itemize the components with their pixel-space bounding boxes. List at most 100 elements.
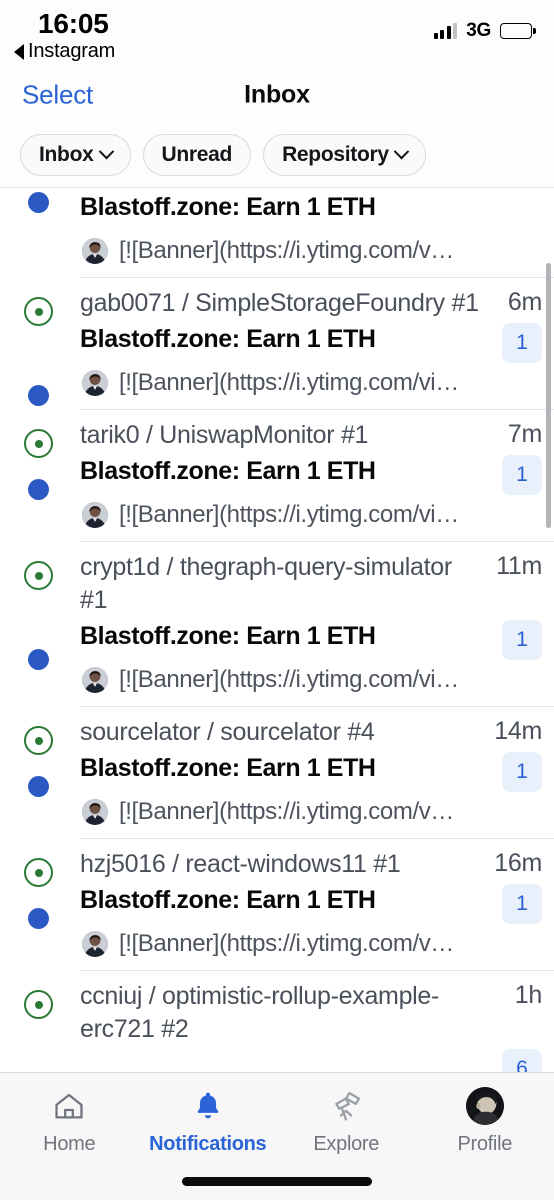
notification-row[interactable]: tarik0 / UniswapMonitor #1 7m Blastoff.zon… — [0, 409, 554, 541]
repository-label: hzj5016 / react-windows11 #1 — [80, 850, 401, 878]
tab-home[interactable]: Home — [0, 1087, 139, 1156]
back-to-instagram-link[interactable]: Instagram — [14, 40, 115, 63]
tab-notifications[interactable]: Notifications — [139, 1087, 278, 1156]
timestamp: 14m — [494, 717, 542, 745]
notification-title: Blastoff.zone: Earn 1 ETH — [80, 754, 376, 782]
status-indicators: 3G — [433, 20, 532, 42]
profile-avatar — [465, 1087, 504, 1125]
filter-chip-repository[interactable]: Repository — [263, 133, 426, 176]
repository-label: gab0071 / SimpleStorageFoundry #1 — [80, 289, 479, 317]
unread-dot-icon — [28, 776, 49, 797]
timestamp: 7m — [507, 420, 542, 448]
tab-explore[interactable]: Explore — [277, 1087, 416, 1156]
notification-body: tarik0 / UniswapMonitor #1 7m Blastoff.zon… — [80, 419, 554, 529]
timestamp: 1h — [514, 981, 543, 1009]
telescope-icon — [328, 1087, 364, 1125]
bell-icon — [191, 1087, 225, 1125]
timestamp: 16m — [494, 849, 542, 877]
repository-label: sourcelator / sourcelator #4 — [80, 718, 375, 746]
comment-count-badge: 1 — [502, 752, 542, 792]
issue-open-icon — [24, 858, 53, 887]
author-avatar — [82, 667, 108, 693]
navigation-bar: Select Inbox — [0, 68, 554, 122]
notification-body: crypt1d / thegraph-query-simulator #1 11m… — [80, 551, 554, 694]
notification-row[interactable]: sourcelator / sourcelator #4 14m Blastoff.… — [0, 706, 554, 838]
avatar-icon — [465, 1087, 504, 1125]
notification-body: gab0071 / SimpleStorageFoundry #1 6m Blast… — [80, 287, 554, 397]
home-indicator — [182, 1177, 372, 1186]
repository-label: tarik0 / UniswapMonitor #1 — [80, 421, 369, 449]
author-avatar — [82, 502, 108, 528]
comment-count-badge: 1 — [502, 323, 542, 363]
notification-title: Blastoff.zone: Earn 1 ETH — [80, 193, 376, 221]
author-avatar — [82, 931, 108, 957]
unread-dot-icon — [28, 479, 49, 500]
back-arrow-icon — [14, 43, 24, 60]
notification-snippet: [![Banner](https://i.ytimg.com/vi… — [119, 369, 459, 396]
notification-list[interactable]: Blastoff.zone: Earn 1 ETH [![Banner](http… — [0, 188, 554, 1072]
issue-open-icon — [24, 297, 53, 326]
author-avatar — [82, 799, 108, 825]
notification-body: ccniuj / optimistic-rollup-example-erc72… — [80, 980, 554, 1072]
notification-snippet: [![Banner](https://i.ytimg.com/vi… — [119, 666, 459, 693]
row-status-icons — [0, 848, 80, 958]
unread-dot-icon — [28, 649, 49, 670]
app-screen: 16:05 Instagram 3G Select Inbox Inbox Un… — [0, 0, 554, 1200]
notification-title: Blastoff.zone: Earn 1 ETH — [80, 886, 376, 914]
tab-label: Home — [43, 1133, 96, 1155]
unread-dot-icon — [28, 908, 49, 929]
signal-bars-icon — [433, 23, 458, 39]
notification-row[interactable]: crypt1d / thegraph-query-simulator #1 11m… — [0, 541, 554, 706]
tab-label: Profile — [457, 1133, 513, 1155]
page-title: Inbox — [244, 80, 310, 109]
filter-chip-label: Repository — [282, 142, 389, 166]
row-status-icons — [0, 980, 80, 1072]
notification-row[interactable]: gab0071 / SimpleStorageFoundry #1 6m Blast… — [0, 277, 554, 409]
tab-label: Notifications — [149, 1133, 267, 1155]
network-label: 3G — [466, 20, 491, 41]
timestamp: 6m — [507, 288, 542, 316]
notification-body: hzj5016 / react-windows11 #1 16m Blastoff.… — [80, 848, 554, 958]
notification-title: Blastoff.zone: Earn 1 ETH — [80, 622, 376, 650]
bottom-tab-bar: Home Notifications Explore Profile — [0, 1072, 554, 1200]
unread-dot-icon — [28, 385, 49, 406]
filter-chip-unread[interactable]: Unread — [142, 133, 252, 176]
status-bar: 16:05 Instagram 3G — [0, 0, 554, 68]
author-avatar — [82, 238, 108, 264]
issue-open-icon — [24, 429, 53, 458]
comment-count-badge: 6 — [502, 1049, 542, 1072]
tab-profile[interactable]: Profile — [416, 1087, 554, 1156]
row-status-icons — [0, 551, 80, 694]
issue-open-icon — [24, 561, 53, 590]
unread-dot-icon — [28, 192, 49, 213]
notification-body: Blastoff.zone: Earn 1 ETH [![Banner](http… — [80, 188, 554, 265]
chevron-down-icon — [98, 143, 114, 160]
filter-chip-inbox[interactable]: Inbox — [20, 133, 131, 176]
filter-chip-label: Unread — [161, 142, 233, 166]
row-status-icons — [0, 287, 80, 406]
status-time: 16:05 — [38, 8, 109, 39]
tab-label: Explore — [313, 1133, 380, 1155]
scrollbar-thumb[interactable] — [546, 263, 551, 528]
notification-row[interactable]: ccniuj / optimistic-rollup-example-erc72… — [0, 970, 554, 1072]
notification-row[interactable]: hzj5016 / react-windows11 #1 16m Blastoff.… — [0, 838, 554, 970]
back-app-label: Instagram — [28, 40, 116, 62]
chevron-down-icon — [393, 143, 410, 160]
comment-count-badge: 1 — [502, 620, 542, 660]
row-status-icons — [0, 188, 80, 265]
select-button[interactable]: Select — [22, 80, 93, 111]
repository-label: ccniuj / optimistic-rollup-example-erc72… — [80, 982, 440, 1043]
notification-body: sourcelator / sourcelator #4 14m Blastoff.… — [80, 716, 554, 826]
notification-snippet: [![Banner](https://i.ytimg.com/v… — [119, 237, 454, 264]
comment-count-badge — [502, 191, 542, 231]
notification-title: Blastoff.zone: Earn 1 ETH — [80, 457, 376, 485]
notification-row[interactable]: Blastoff.zone: Earn 1 ETH [![Banner](http… — [0, 188, 554, 277]
battery-icon — [500, 23, 532, 39]
comment-count-badge: 1 — [502, 455, 542, 495]
issue-open-icon — [24, 726, 53, 755]
notification-snippet: [![Banner](https://i.ytimg.com/vi… — [119, 501, 459, 528]
row-status-icons — [0, 419, 80, 529]
notification-title: Blastoff.zone: Earn 1 ETH — [80, 325, 376, 353]
filter-chip-row: Inbox Unread Repository — [0, 122, 554, 188]
author-avatar — [82, 370, 108, 396]
